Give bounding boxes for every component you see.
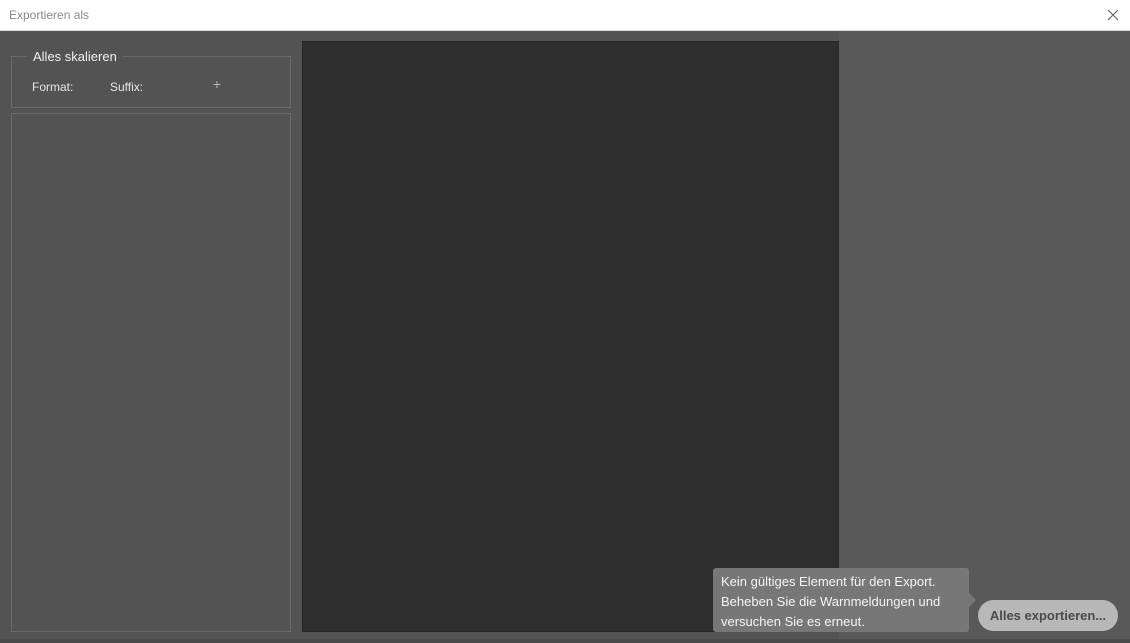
close-button[interactable] xyxy=(1102,4,1124,26)
bottom-edge xyxy=(0,639,1130,643)
scale-all-group: Alles skalieren Format: Suffix: + xyxy=(11,49,291,108)
export-all-button[interactable]: Alles exportieren... xyxy=(978,600,1118,631)
format-label: Format: xyxy=(32,80,74,94)
tooltip-line-3: versuchen Sie es erneut. xyxy=(721,614,865,629)
plus-icon: + xyxy=(212,76,222,92)
close-icon xyxy=(1102,4,1124,26)
tooltip-line-2: Beheben Sie die Warnmeldungen und xyxy=(721,594,941,609)
preview-area xyxy=(302,41,839,632)
settings-panel xyxy=(839,31,1130,643)
scale-all-title: Alles skalieren xyxy=(27,49,123,65)
suffix-label: Suffix: xyxy=(110,80,144,94)
window-title: Exportieren als xyxy=(9,8,90,22)
warning-tooltip: Kein gültiges Element für den Export. Be… xyxy=(713,568,969,632)
assets-list-panel xyxy=(11,113,291,632)
export-as-dialog: Exportieren als Alles skalieren Format: … xyxy=(0,0,1130,643)
title-bar: Exportieren als xyxy=(0,0,1130,31)
tooltip-arrow xyxy=(969,593,976,607)
add-scale-button[interactable]: + xyxy=(210,77,224,91)
tooltip-line-1: Kein gültiges Element für den Export. xyxy=(721,574,936,589)
